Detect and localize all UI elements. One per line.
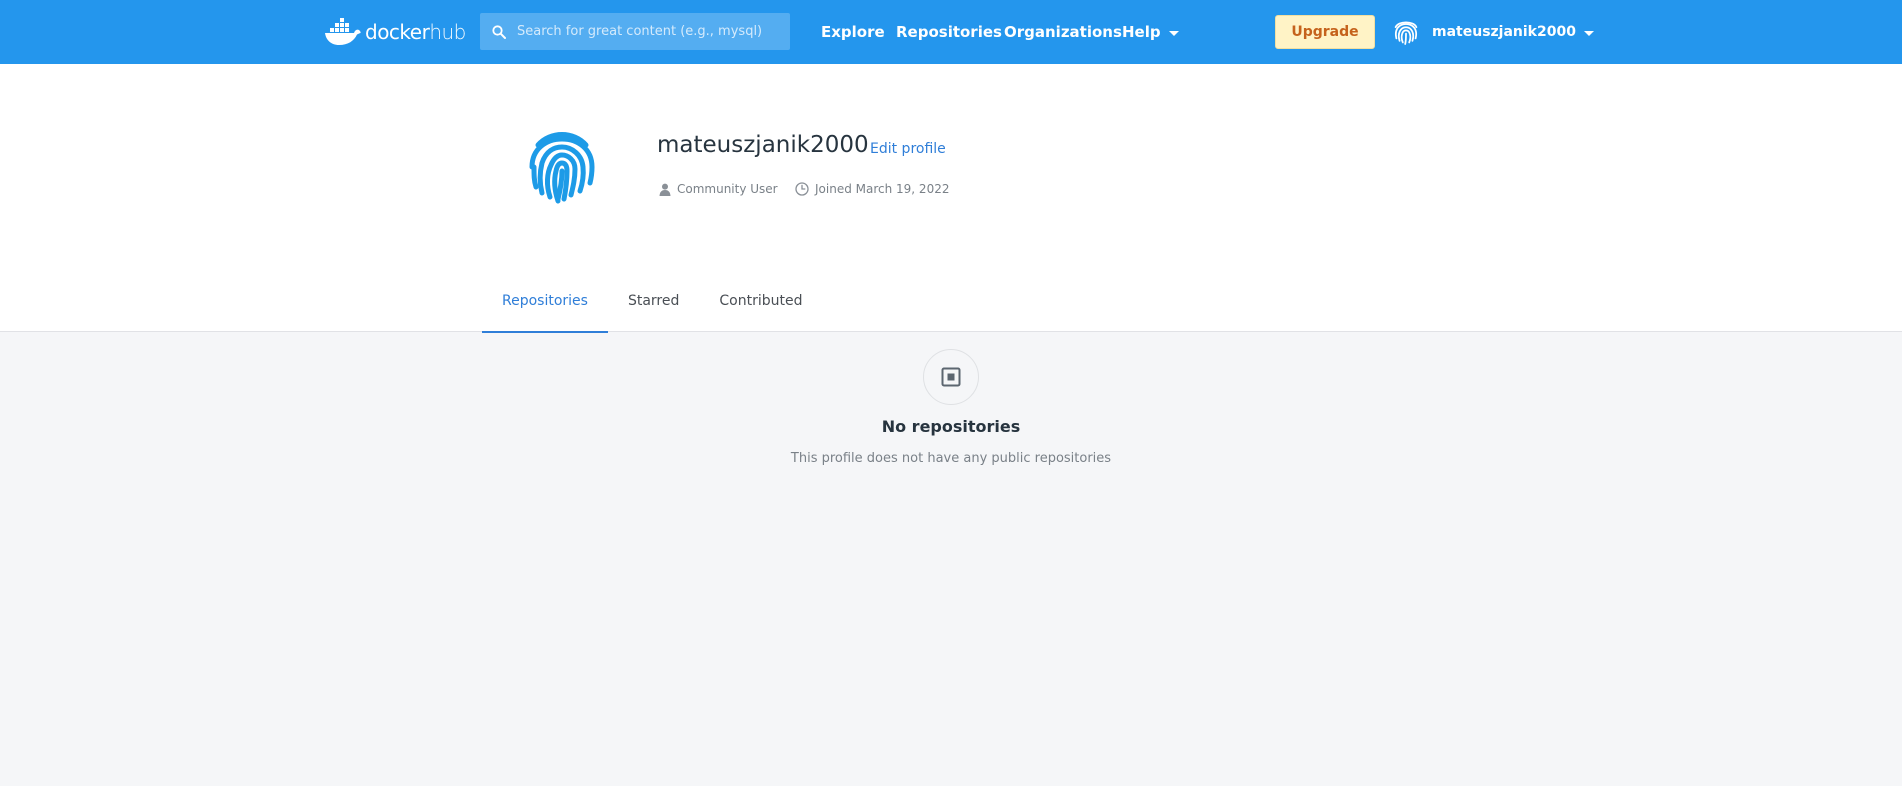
nav-repositories[interactable]: Repositories [896, 0, 1002, 64]
tab-repositories[interactable]: Repositories [482, 270, 608, 333]
search-input[interactable] [517, 24, 787, 39]
search-box[interactable] [480, 13, 790, 50]
profile-joined: Joined March 19, 2022 [795, 182, 949, 196]
user-icon [659, 183, 671, 196]
clock-icon [795, 182, 809, 196]
edit-profile-link[interactable]: Edit profile [870, 141, 946, 157]
profile-role-text: Community User [677, 182, 778, 196]
profile-username: mateuszjanik2000 [657, 132, 869, 158]
nav-explore[interactable]: Explore [821, 0, 885, 64]
empty-state: No repositories This profile does not ha… [0, 332, 1902, 786]
fingerprint-icon [1394, 21, 1418, 45]
profile-header: mateuszjanik2000 Edit profile Community … [0, 64, 1902, 333]
logo-word-hub: hub [429, 20, 466, 44]
logo-word-docker: docker [365, 20, 430, 44]
empty-state-icon-circle [923, 349, 979, 405]
top-navigation-bar: dockerhub Explore Repositories Organizat… [0, 0, 1902, 64]
profile-tabs: Repositories Starred Contributed [482, 270, 823, 333]
chevron-down-icon [1583, 30, 1594, 36]
nav-help-label: Help [1122, 23, 1161, 41]
repository-box-icon [941, 367, 961, 387]
empty-state-title: No repositories [881, 417, 1021, 436]
empty-state-description: This profile does not have any public re… [790, 451, 1112, 466]
profile-joined-text: Joined March 19, 2022 [815, 182, 950, 196]
upgrade-button[interactable]: Upgrade [1275, 15, 1375, 49]
profile-role: Community User [659, 182, 778, 196]
logo-wordmark: dockerhub [365, 20, 466, 44]
profile-avatar [520, 125, 604, 209]
fingerprint-icon [529, 132, 595, 204]
avatar [1388, 14, 1424, 50]
user-menu-name: mateuszjanik2000 [1432, 24, 1576, 40]
docker-hub-logo[interactable]: dockerhub [324, 16, 466, 48]
user-menu[interactable]: mateuszjanik2000 [1388, 13, 1594, 51]
tab-contributed[interactable]: Contributed [699, 270, 822, 332]
docker-whale-icon [325, 18, 361, 45]
tab-starred[interactable]: Starred [608, 270, 699, 332]
search-icon [492, 24, 506, 39]
nav-help-menu[interactable]: Help [1122, 0, 1179, 64]
nav-organizations[interactable]: Organizations [1004, 0, 1122, 64]
chevron-down-icon [1168, 30, 1179, 36]
